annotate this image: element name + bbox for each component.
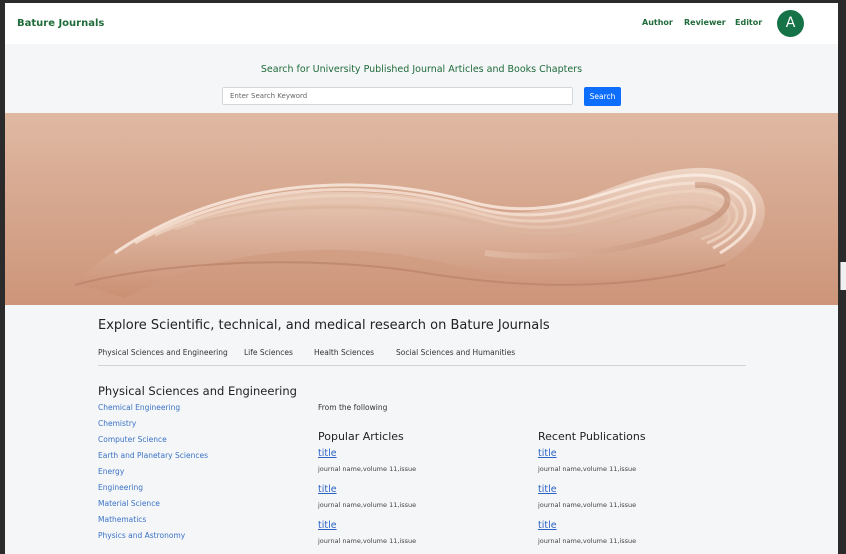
navbar: Bature Journals Author Reviewer Editor A	[5, 3, 838, 44]
popular-article-title[interactable]: title	[318, 484, 337, 495]
popular-article-title[interactable]: title	[318, 520, 337, 531]
tab-health-sciences[interactable]: Health Sciences	[314, 348, 374, 357]
tab-social-sciences[interactable]: Social Sciences and Humanities	[396, 348, 515, 357]
recent-publication-title[interactable]: title	[538, 484, 557, 495]
subject-link[interactable]: Mathematics	[98, 515, 146, 524]
subject-link[interactable]: Earth and Planetary Sciences	[98, 451, 208, 460]
popular-article-meta: journal name,volume 11,issue	[318, 501, 417, 509]
subject-link[interactable]: Physics and Astronomy	[98, 531, 185, 540]
page: Bature Journals Author Reviewer Editor A…	[5, 3, 838, 554]
user-avatar[interactable]: A	[777, 10, 804, 37]
popular-article-title[interactable]: title	[318, 448, 337, 459]
popular-articles-heading: Popular Articles	[318, 430, 404, 443]
search-button[interactable]: Search	[584, 87, 621, 106]
recent-publication-meta: journal name,volume 11,issue	[538, 537, 637, 545]
recent-publications-heading: Recent Publications	[538, 430, 646, 443]
popular-article-meta: journal name,volume 11,issue	[318, 537, 417, 545]
recent-publication-meta: journal name,volume 11,issue	[538, 501, 637, 509]
nav-link-author[interactable]: Author	[642, 18, 673, 27]
explore-heading: Explore Scientific, technical, and medic…	[98, 318, 550, 333]
nav-link-editor[interactable]: Editor	[735, 18, 762, 27]
tab-life-sciences[interactable]: Life Sciences	[244, 348, 293, 357]
hero-image	[5, 113, 838, 305]
recent-publication-meta: journal name,volume 11,issue	[538, 465, 637, 473]
subject-link[interactable]: Chemical Engineering	[98, 403, 180, 412]
search-input[interactable]	[222, 87, 573, 105]
recent-publication-title[interactable]: title	[538, 520, 557, 531]
search-heading: Search for University Published Journal …	[260, 64, 583, 75]
subject-link[interactable]: Energy	[98, 467, 124, 476]
search-section: Search for University Published Journal …	[5, 44, 838, 113]
brand-logo[interactable]: Bature Journals	[17, 18, 104, 29]
from-following-text: From the following	[318, 403, 388, 412]
subject-link[interactable]: Computer Science	[98, 435, 167, 444]
recent-publication-title[interactable]: title	[538, 448, 557, 459]
tabs-divider	[98, 365, 746, 366]
scrollbar-handle[interactable]	[840, 262, 846, 290]
subject-link[interactable]: Engineering	[98, 483, 143, 492]
subject-link[interactable]: Chemistry	[98, 419, 136, 428]
nav-link-reviewer[interactable]: Reviewer	[684, 18, 726, 27]
tab-physical-sciences[interactable]: Physical Sciences and Engineering	[98, 348, 228, 357]
popular-article-meta: journal name,volume 11,issue	[318, 465, 417, 473]
subject-link[interactable]: Material Science	[98, 499, 160, 508]
section-heading: Physical Sciences and Engineering	[98, 384, 297, 398]
